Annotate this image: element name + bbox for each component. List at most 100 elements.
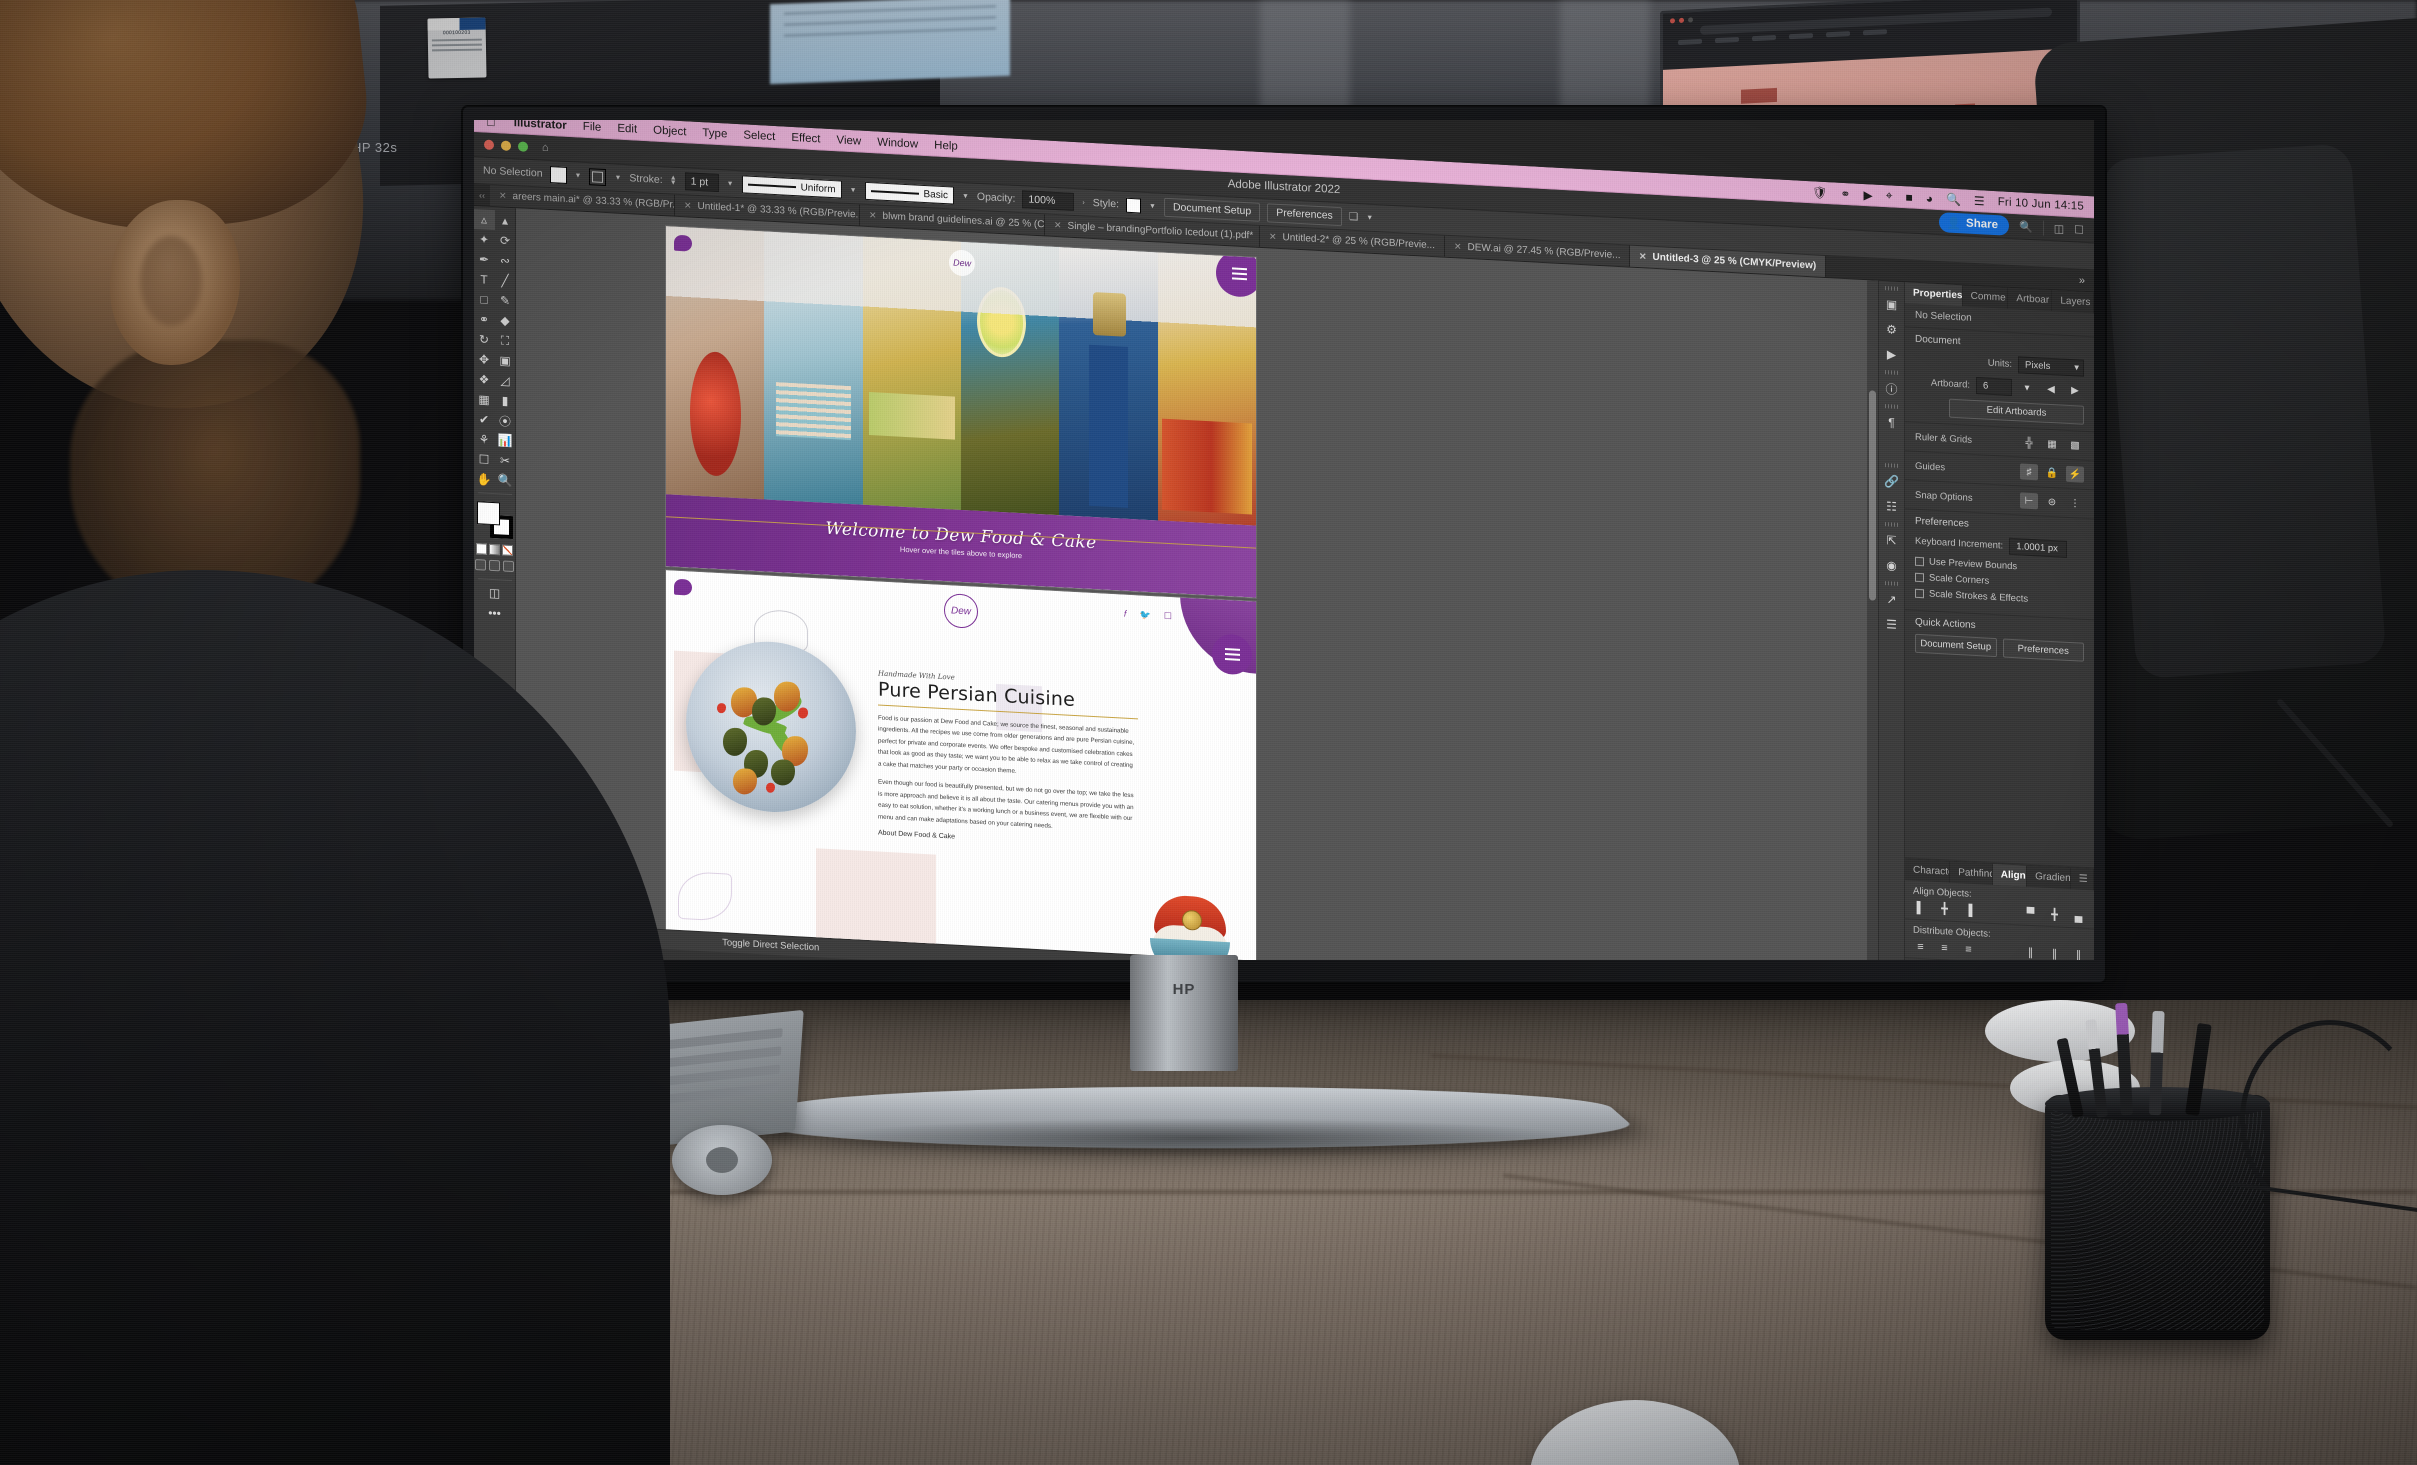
- artboard-1[interactable]: Dew Welcome to Dew Food & Cake Hover ove…: [666, 226, 1256, 597]
- artboards-icon[interactable]: ☷: [1880, 494, 1904, 519]
- pathfinder-icon[interactable]: ↗: [1880, 587, 1904, 612]
- menu-effect[interactable]: Effect: [791, 131, 820, 145]
- info-icon[interactable]: ⓘ: [1880, 376, 1904, 401]
- menu-select[interactable]: Select: [743, 129, 775, 143]
- align-top-icon[interactable]: ▀: [2023, 907, 2038, 921]
- sync-icon[interactable]: ⚭: [1840, 186, 1850, 201]
- chevron-down-icon[interactable]: ▼: [962, 193, 969, 200]
- menu-help[interactable]: Help: [934, 139, 958, 152]
- tab-pathfinder[interactable]: Pathfind: [1950, 862, 1993, 885]
- close-tab-icon[interactable]: ✕: [869, 210, 877, 221]
- chevron-down-icon[interactable]: ▾: [2018, 380, 2036, 397]
- close-tab-icon[interactable]: ✕: [1269, 231, 1277, 242]
- canvas-area[interactable]: Dew Welcome to Dew Food & Cake Hover ove…: [516, 208, 1878, 960]
- play-icon[interactable]: ▶: [1863, 188, 1872, 202]
- show-guides-icon[interactable]: ♯: [2020, 463, 2038, 480]
- snap-to-pixel-icon[interactable]: ⋮: [2066, 495, 2084, 512]
- menu-edit[interactable]: Edit: [617, 122, 637, 135]
- actions-icon[interactable]: ▶: [1880, 342, 1904, 367]
- menu-window[interactable]: Window: [877, 136, 918, 150]
- stroke-profile-select[interactable]: Uniform: [742, 175, 842, 198]
- character-icon[interactable]: 𝏂: [1880, 435, 1904, 460]
- select-similar-icon[interactable]: ❏: [1349, 211, 1358, 224]
- lock-guides-icon[interactable]: 🔒: [2043, 465, 2061, 482]
- align-horizontal-center-icon[interactable]: ╋: [1937, 902, 1952, 916]
- close-tab-icon[interactable]: ✕: [684, 200, 692, 211]
- brush-definition-select[interactable]: Basic: [865, 182, 954, 205]
- search-icon[interactable]: 🔍: [2019, 220, 2033, 234]
- links-icon[interactable]: 🔗: [1880, 469, 1904, 494]
- artboard-select[interactable]: 6: [1976, 377, 2012, 396]
- panel-grip[interactable]: [1885, 286, 1899, 291]
- units-select[interactable]: Pixels ▾: [2018, 356, 2084, 377]
- layers-icon[interactable]: ☰: [1880, 612, 1904, 637]
- close-tab-icon[interactable]: ✕: [1454, 241, 1462, 252]
- instagram-icon[interactable]: ☐: [1164, 611, 1172, 622]
- stroke-stepper[interactable]: ▲ ▼: [670, 175, 677, 185]
- shield-icon[interactable]: 🛡: [1812, 185, 1827, 200]
- qa-preferences-button[interactable]: Preferences: [2003, 638, 2085, 661]
- distribute-top-icon[interactable]: ≡: [1913, 940, 1928, 954]
- distribute-right-icon[interactable]: ∥: [2071, 948, 2086, 960]
- chevron-down-icon[interactable]: ▼: [575, 172, 582, 179]
- opacity-field[interactable]: 100%: [1022, 190, 1074, 211]
- chevron-down-icon[interactable]: ▼: [850, 187, 857, 194]
- menu-file[interactable]: File: [583, 120, 602, 133]
- panel-grip[interactable]: [1885, 404, 1899, 409]
- hero-tile[interactable]: [1059, 247, 1157, 520]
- snap-to-grid-icon[interactable]: ⊜: [2043, 494, 2061, 511]
- battery-icon[interactable]: ■: [1905, 190, 1912, 204]
- asset-export-icon[interactable]: ⇱: [1880, 528, 1904, 553]
- spotlight-icon[interactable]: 🔍: [1946, 192, 1961, 207]
- show-transparency-grid-icon[interactable]: ▩: [2066, 437, 2084, 454]
- chevron-down-icon[interactable]: ▼: [614, 174, 621, 181]
- canvas-vertical-scrollbar[interactable]: [1867, 280, 1878, 960]
- chat-bubble-icon[interactable]: [674, 235, 692, 252]
- show-grid-icon[interactable]: ▦: [2043, 436, 2061, 453]
- smart-guides-icon[interactable]: ⚡: [2066, 466, 2084, 483]
- stroke-swatch[interactable]: [589, 168, 606, 186]
- libraries-icon[interactable]: ▣: [1880, 292, 1904, 317]
- panel-grip[interactable]: [1885, 370, 1899, 375]
- keyboard-increment-field[interactable]: 1.0001 px: [2009, 538, 2067, 558]
- menu-object[interactable]: Object: [653, 124, 686, 138]
- document-setup-button[interactable]: Document Setup: [1164, 197, 1260, 221]
- preferences-button[interactable]: Preferences: [1267, 203, 1342, 226]
- distribute-left-icon[interactable]: ∥: [2023, 946, 2038, 960]
- tab-character[interactable]: Characte: [1905, 859, 1950, 882]
- snap-to-point-icon[interactable]: ⊢: [2020, 492, 2038, 509]
- align-left-icon[interactable]: ▌: [1913, 901, 1928, 915]
- more-tabs-icon[interactable]: »: [2070, 269, 2094, 291]
- properties-icon[interactable]: ⚙: [1880, 317, 1904, 342]
- chat-bubble-icon[interactable]: [674, 579, 692, 596]
- hero-tile[interactable]: [764, 231, 862, 504]
- chevron-down-icon[interactable]: ▼: [1366, 214, 1373, 221]
- paragraph-icon[interactable]: ¶: [1880, 410, 1904, 435]
- tab-comments[interactable]: Comme: [1963, 285, 2009, 308]
- graphic-style-swatch[interactable]: [1126, 197, 1141, 213]
- show-rulers-icon[interactable]: ╬: [2020, 434, 2038, 451]
- hero-tile[interactable]: [961, 242, 1059, 515]
- menu-type[interactable]: Type: [702, 127, 727, 140]
- transparency-icon[interactable]: ◉: [1880, 553, 1904, 578]
- tab-properties[interactable]: Properties: [1905, 282, 1963, 306]
- arrange-documents-icon[interactable]: ◫: [2054, 222, 2064, 236]
- workspace-switcher-icon[interactable]: ☐: [2074, 223, 2084, 237]
- distribute-bottom-icon[interactable]: ≡: [1961, 942, 1976, 956]
- twitter-icon[interactable]: 🐦: [1140, 609, 1151, 621]
- align-vertical-center-icon[interactable]: ╋: [2047, 908, 2062, 922]
- tab-align[interactable]: Align: [1993, 864, 2027, 887]
- hero-tile[interactable]: [666, 226, 764, 499]
- control-center-icon[interactable]: ☰: [1974, 193, 1985, 208]
- next-artboard-icon[interactable]: ▶: [2066, 382, 2084, 399]
- share-button[interactable]: 👤 Share: [1939, 212, 2009, 236]
- close-tab-icon[interactable]: ✕: [1639, 251, 1647, 262]
- stroke-weight-field[interactable]: 1 pt: [685, 172, 719, 192]
- wifi-icon[interactable]: ◕: [1926, 191, 1933, 205]
- panel-grip[interactable]: [1885, 581, 1899, 586]
- edit-artboards-button[interactable]: Edit Artboards: [1949, 399, 2084, 425]
- scale-strokes-effects-checkbox[interactable]: Scale Strokes & Effects: [1915, 588, 2084, 608]
- panel-menu-icon[interactable]: ☰: [2071, 868, 2094, 890]
- chevron-down-icon[interactable]: ▼: [1149, 202, 1156, 209]
- bluetooth-icon[interactable]: ⌖: [1886, 188, 1893, 203]
